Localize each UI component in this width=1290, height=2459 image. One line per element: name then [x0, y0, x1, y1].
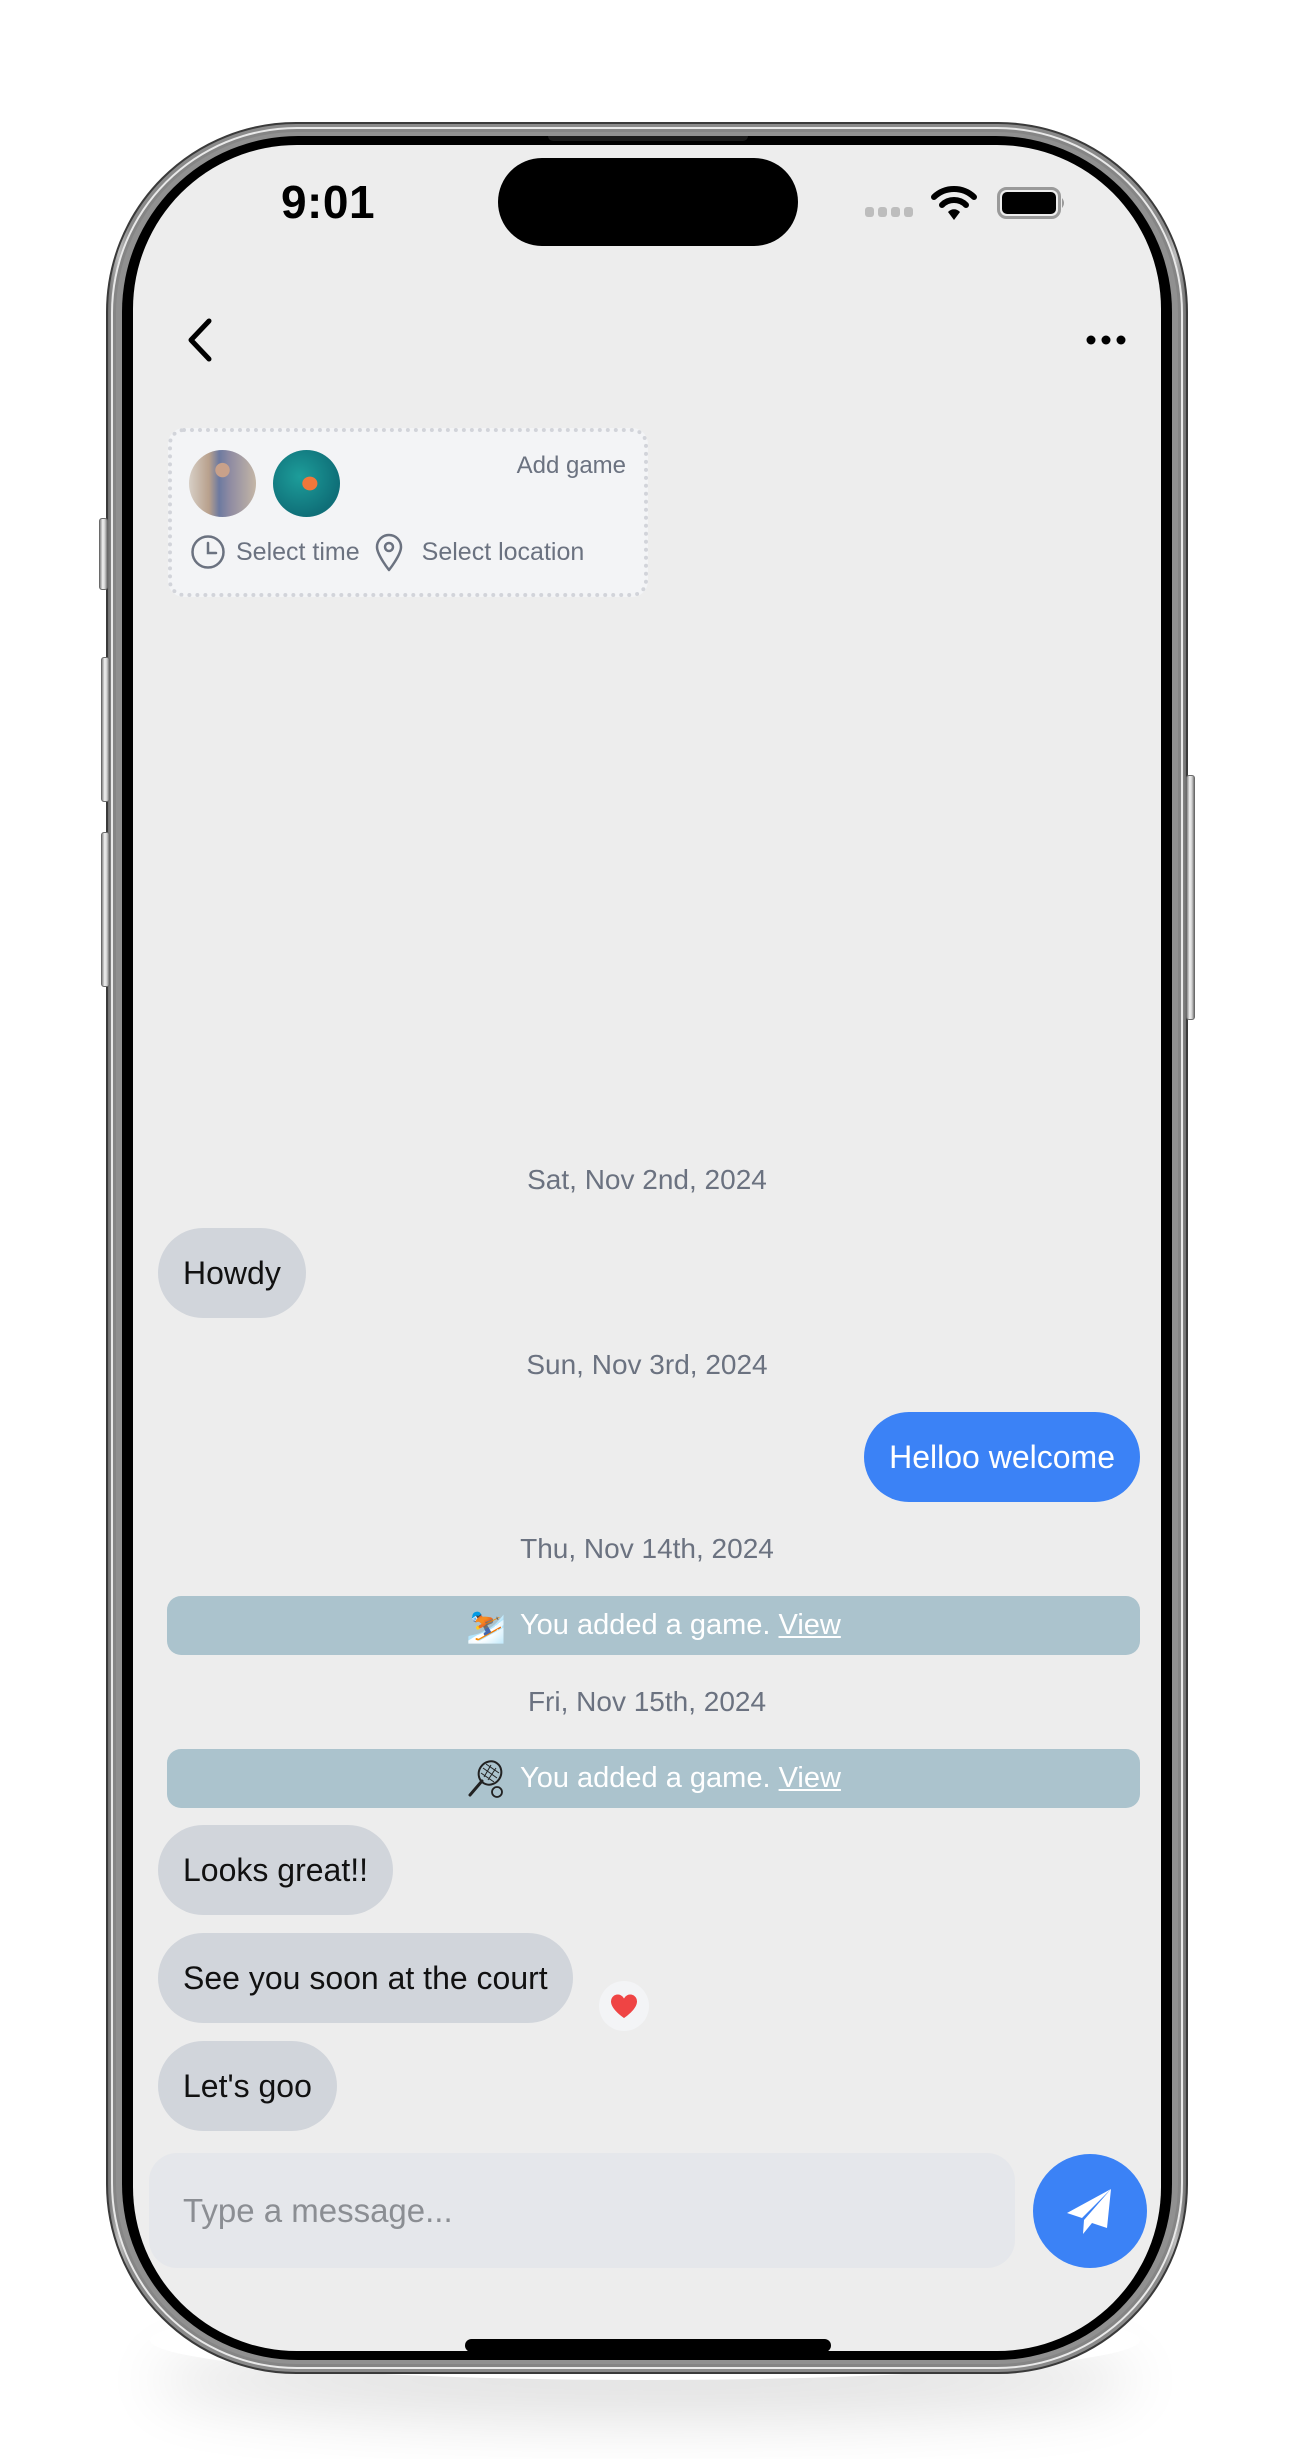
date-separator: Sun, Nov 3rd, 2024: [526, 1349, 768, 1380]
wifi-icon: [931, 186, 977, 220]
status-time: 9:01: [280, 176, 376, 228]
app-screen: 9:01 Add game Select time Select locatio…: [133, 145, 1161, 2351]
message-text: Looks great!!: [183, 1851, 368, 1888]
message-text: Howdy: [183, 1254, 281, 1291]
message-bubble-incoming[interactable]: Let's goo: [158, 2041, 337, 2131]
back-button[interactable]: [175, 315, 225, 365]
add-game-button[interactable]: Add game: [517, 452, 626, 480]
volume-down-button: [101, 832, 110, 987]
system-game-added-banner: You added a game. View: [167, 1749, 1140, 1808]
message-bubble-incoming[interactable]: Looks great!!: [158, 1825, 393, 1915]
date-separator: Sat, Nov 2nd, 2024: [527, 1164, 767, 1195]
earpiece-speaker: [548, 136, 748, 141]
select-time-label: Select time: [236, 537, 360, 566]
map-pin-icon: [375, 533, 402, 572]
date-separator: Fri, Nov 15th, 2024: [527, 1686, 767, 1717]
skier-icon: ⛷️: [466, 1607, 506, 1644]
ellipsis-icon: [1086, 335, 1126, 345]
power-button: [1186, 775, 1195, 1020]
message-text: See you soon at the court: [183, 1959, 548, 1996]
home-indicator: [465, 2339, 831, 2351]
heart-icon: [610, 1994, 638, 2018]
message-bubble-outgoing[interactable]: Helloo welcome: [864, 1412, 1140, 1502]
view-game-link[interactable]: View: [779, 1762, 841, 1794]
message-text: Let's goo: [183, 2067, 312, 2104]
paper-plane-icon: [1067, 2189, 1111, 2234]
action-button: [99, 518, 108, 590]
system-message-text: You added a game.: [520, 1762, 771, 1794]
message-input[interactable]: [149, 2153, 1015, 2268]
avatar[interactable]: [189, 450, 256, 517]
select-time-button[interactable]: Select time: [190, 534, 360, 570]
system-game-added-banner: ⛷️ You added a game. View: [167, 1596, 1140, 1655]
avatar[interactable]: [273, 450, 340, 517]
heart-reaction[interactable]: [599, 1981, 649, 2031]
more-options-button[interactable]: [1078, 320, 1134, 360]
select-location-button[interactable]: Select location: [374, 532, 585, 572]
send-button[interactable]: [1033, 2154, 1147, 2268]
message-bubble-incoming[interactable]: Howdy: [158, 1228, 306, 1318]
system-message-text: You added a game.: [519, 1609, 771, 1641]
select-location-label: Select location: [421, 537, 585, 566]
clock-icon: [191, 535, 225, 569]
game-setup-card[interactable]: Add game Select time Select location: [168, 428, 648, 597]
view-game-link[interactable]: View: [779, 1609, 841, 1641]
tennis-racket-icon: [468, 1759, 503, 1798]
volume-up-button: [101, 657, 110, 802]
message-text: Helloo welcome: [889, 1438, 1115, 1475]
battery-icon: [997, 187, 1064, 219]
date-separator: Thu, Nov 14th, 2024: [520, 1533, 774, 1564]
dynamic-island: [498, 158, 798, 246]
chevron-left-icon: [188, 318, 212, 362]
cellular-signal-icon: [865, 207, 913, 217]
message-bubble-incoming[interactable]: See you soon at the court: [158, 1933, 573, 2023]
